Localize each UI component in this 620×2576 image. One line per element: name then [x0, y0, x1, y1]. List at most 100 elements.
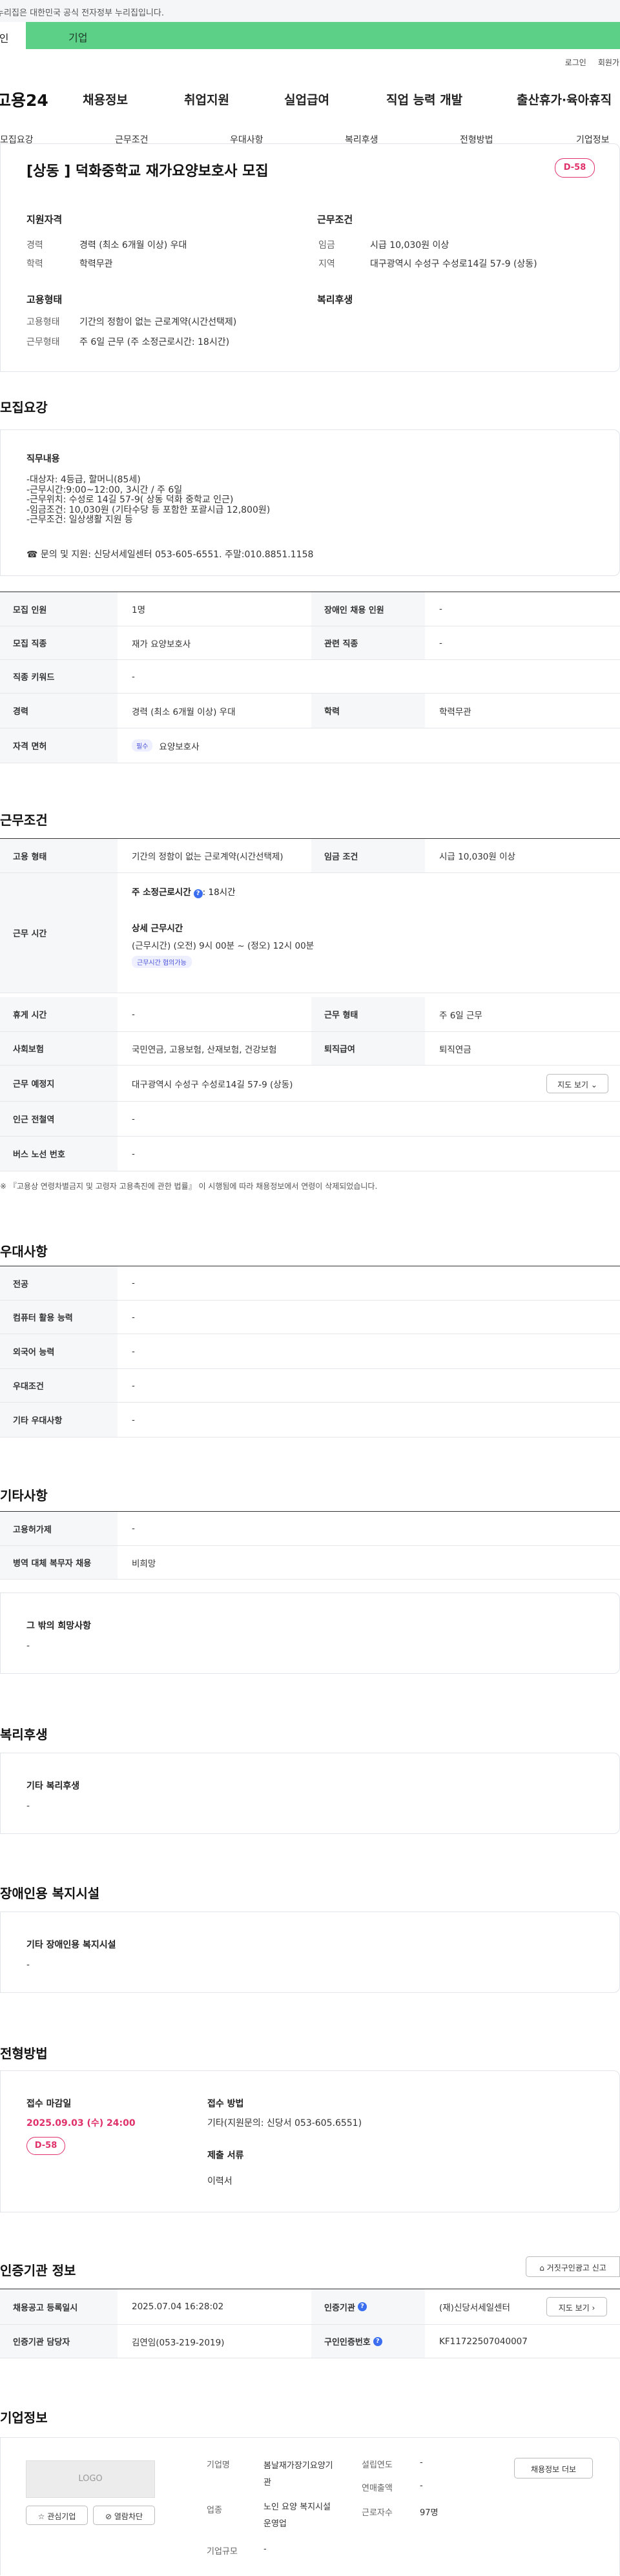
- company-size-label: 기업규모: [207, 2547, 238, 2557]
- td-regdate: 2025.07.04 16:28:02: [132, 2302, 224, 2312]
- td-count: 1명: [132, 605, 146, 615]
- td-cert: KF11722507040007: [439, 2336, 528, 2347]
- td-computer: -: [132, 1312, 135, 1323]
- table-row: 고용허가제 -: [0, 1511, 620, 1546]
- map-button[interactable]: 지도 보기 ⌄: [546, 1074, 608, 1093]
- recruit-section-title: 모집요강: [0, 400, 48, 415]
- license-value: 요양보호사: [159, 741, 200, 752]
- page-root: { "gov_bar": {"text": "이 누리집은 대한민국 공식 전자…: [0, 0, 620, 2576]
- td-manager: 김연임(053-219-2019): [132, 2337, 225, 2348]
- age-note: ※ 『고용상 연령차별금지 및 고령자 고용촉진에 관한 법률』 이 시행됨에 …: [0, 1182, 378, 1191]
- table-row: 우대조건 -: [0, 1369, 620, 1403]
- welfare-heading: 복리후생: [317, 294, 353, 305]
- duty-line: -대상자: 4등급, 할머니(85세): [26, 475, 141, 485]
- etc-wish-box: 그 밖의 희망사항 -: [0, 1592, 620, 1674]
- help-icon[interactable]: ?: [193, 889, 203, 898]
- docs-value: 이력서: [207, 2176, 232, 2187]
- company-jobs-button[interactable]: 채용정보 더보: [514, 2458, 593, 2478]
- nav-jobs[interactable]: 채용정보: [83, 90, 128, 108]
- company-biz-value: 노인 요양 복지시설 운영업: [264, 2502, 331, 2529]
- th-place: 근무 예정지: [0, 1066, 118, 1101]
- etc-wish-heading: 그 밖의 희망사항: [26, 1621, 91, 1631]
- th-disabled: 장애인 채용 인원: [311, 592, 425, 626]
- chevron-right-icon: ›: [592, 2303, 595, 2313]
- work-section-title: 근무조건: [0, 812, 48, 828]
- table-row: 기타 우대사항 -: [0, 1403, 620, 1437]
- table-row: 근무 예정지 대구광역시 수성구 수성로14길 57-9 (상동) 지도 보기 …: [0, 1066, 620, 1102]
- th-military: 병역 대체 복무자 채용: [0, 1546, 118, 1579]
- login-link[interactable]: 로그인: [565, 58, 586, 67]
- util-links: 로그인 회원가입: [553, 57, 620, 68]
- hours-detail-value: (근무시간) (오전) 9시 00분 ~ (정오) 12시 00분: [132, 941, 315, 951]
- td-worktype: 주 6일 근무: [439, 1010, 482, 1021]
- selection-box: 접수 마감일 2025.09.03 (수) 24:00 D-58 접수 방법 기…: [0, 2070, 620, 2212]
- th-station: 인근 전철역: [0, 1102, 118, 1136]
- help-icon[interactable]: ?: [373, 2336, 382, 2346]
- th-career: 경력: [0, 694, 118, 728]
- qual-heading: 지원자격: [26, 214, 63, 225]
- td-permit: -: [132, 1523, 135, 1534]
- company-name-value: 봄날재가장기요양기관: [264, 2461, 333, 2488]
- disabled-box: 기타 장애인용 복지시설 -: [0, 1911, 620, 1993]
- table-row: 인증기관 담당자 김연임(053-219-2019) 구인인증번호? KF117…: [0, 2325, 620, 2358]
- table-row: 버스 노선 번호 -: [0, 1137, 620, 1171]
- region-value: 대구광역시 수성구 수성로14길 57-9 (상동): [370, 259, 537, 269]
- td-job: 재가 요양보호사: [132, 639, 191, 650]
- deadline-heading: 접수 마감일: [26, 2099, 72, 2109]
- th-cert: 구인인증번호?: [311, 2325, 425, 2358]
- th-bus: 버스 노선 번호: [0, 1137, 118, 1171]
- company-section-title: 기업정보: [0, 2410, 48, 2426]
- nav-unemployment-benefit[interactable]: 실업급여: [284, 90, 329, 108]
- docs-heading: 제출 서류: [207, 2150, 244, 2161]
- th-agency: 인증기관?: [311, 2289, 425, 2324]
- join-link[interactable]: 회원가입: [598, 58, 620, 67]
- th-insurance: 사회보험: [0, 1032, 118, 1065]
- wage-value: 시급 10,030원 이상: [370, 240, 450, 251]
- block-icon: ⊘: [105, 2512, 112, 2521]
- tab-company[interactable]: 기업: [26, 22, 620, 49]
- th-hours: 근무 시간: [0, 873, 118, 993]
- td-major: -: [132, 1278, 135, 1288]
- td-language: -: [132, 1346, 135, 1357]
- td-disabled: -: [439, 604, 442, 614]
- report-button[interactable]: ⌂ 거짓구인광고 신고: [526, 2256, 620, 2277]
- td-pension: 퇴직연금: [439, 1044, 471, 1055]
- wage-label: 임금: [318, 240, 335, 251]
- th-manager: 인증기관 담당자: [0, 2325, 118, 2358]
- nav-parental-leave[interactable]: 출산휴가·육아휴직: [517, 90, 612, 108]
- job-title: [상동 ] 덕화중학교 재가요양보호사 모집: [26, 163, 269, 180]
- pref-section-title: 우대사항: [0, 1244, 48, 1259]
- company-year-value: -: [420, 2458, 423, 2468]
- disabled-box-heading: 기타 장애인용 복지시설: [26, 1940, 116, 1950]
- tab-personal[interactable]: 개인: [0, 22, 26, 49]
- nav-employment-support[interactable]: 취업지원: [184, 90, 229, 108]
- td-license: 필수 요양보호사: [118, 728, 620, 763]
- required-tag: 필수: [132, 739, 153, 752]
- company-staff-label: 근로자수: [362, 2508, 393, 2518]
- welfare-box-value: -: [26, 1801, 30, 1811]
- nav-job-training[interactable]: 직업 능력 개발: [386, 90, 462, 108]
- duty-line: -근무조건: 일상생활 지원 등: [26, 515, 133, 525]
- table-row: 전공 -: [0, 1266, 620, 1301]
- th-related: 관련 직종: [311, 626, 425, 659]
- agency-map-button[interactable]: 지도 보기 ›: [546, 2297, 607, 2316]
- deadline-dday-badge: D-58: [26, 2137, 65, 2155]
- site-logo[interactable]: 고용24: [0, 88, 48, 111]
- company-year-label: 설립연도: [362, 2460, 393, 2470]
- company-biz-label: 업종: [207, 2506, 222, 2515]
- table-row: 외국어 능력 -: [0, 1334, 620, 1369]
- td-military: 비희망: [132, 1558, 156, 1569]
- emp-heading: 고용형태: [26, 294, 63, 305]
- table-row: 직종 키워드 -: [0, 660, 620, 694]
- duty-line: -임금조건: 10,030원 (기타수당 등 포함한 포괄시급 12,800원): [26, 504, 271, 515]
- help-icon[interactable]: ?: [357, 2302, 367, 2311]
- disabled-section-title: 장애인용 복지시설: [0, 1886, 100, 1901]
- table-row: 모집 직종 재가 요양보호사 관련 직종 -: [0, 626, 620, 660]
- hours-week-value: : 18시간: [202, 887, 236, 898]
- hours-tag-wrap: 근무시간 협의가능: [132, 956, 192, 968]
- gov-notice-bar: 이 누리집은 대한민국 공식 전자정부 누리집입니다.: [0, 0, 620, 22]
- block-button[interactable]: ⊘ 열람차단: [93, 2506, 155, 2525]
- th-edu: 학력: [311, 694, 425, 728]
- fav-company-button[interactable]: ☆ 관심기업: [26, 2506, 88, 2525]
- table-row: 모집 인원 1명 장애인 채용 인원 -: [0, 592, 620, 626]
